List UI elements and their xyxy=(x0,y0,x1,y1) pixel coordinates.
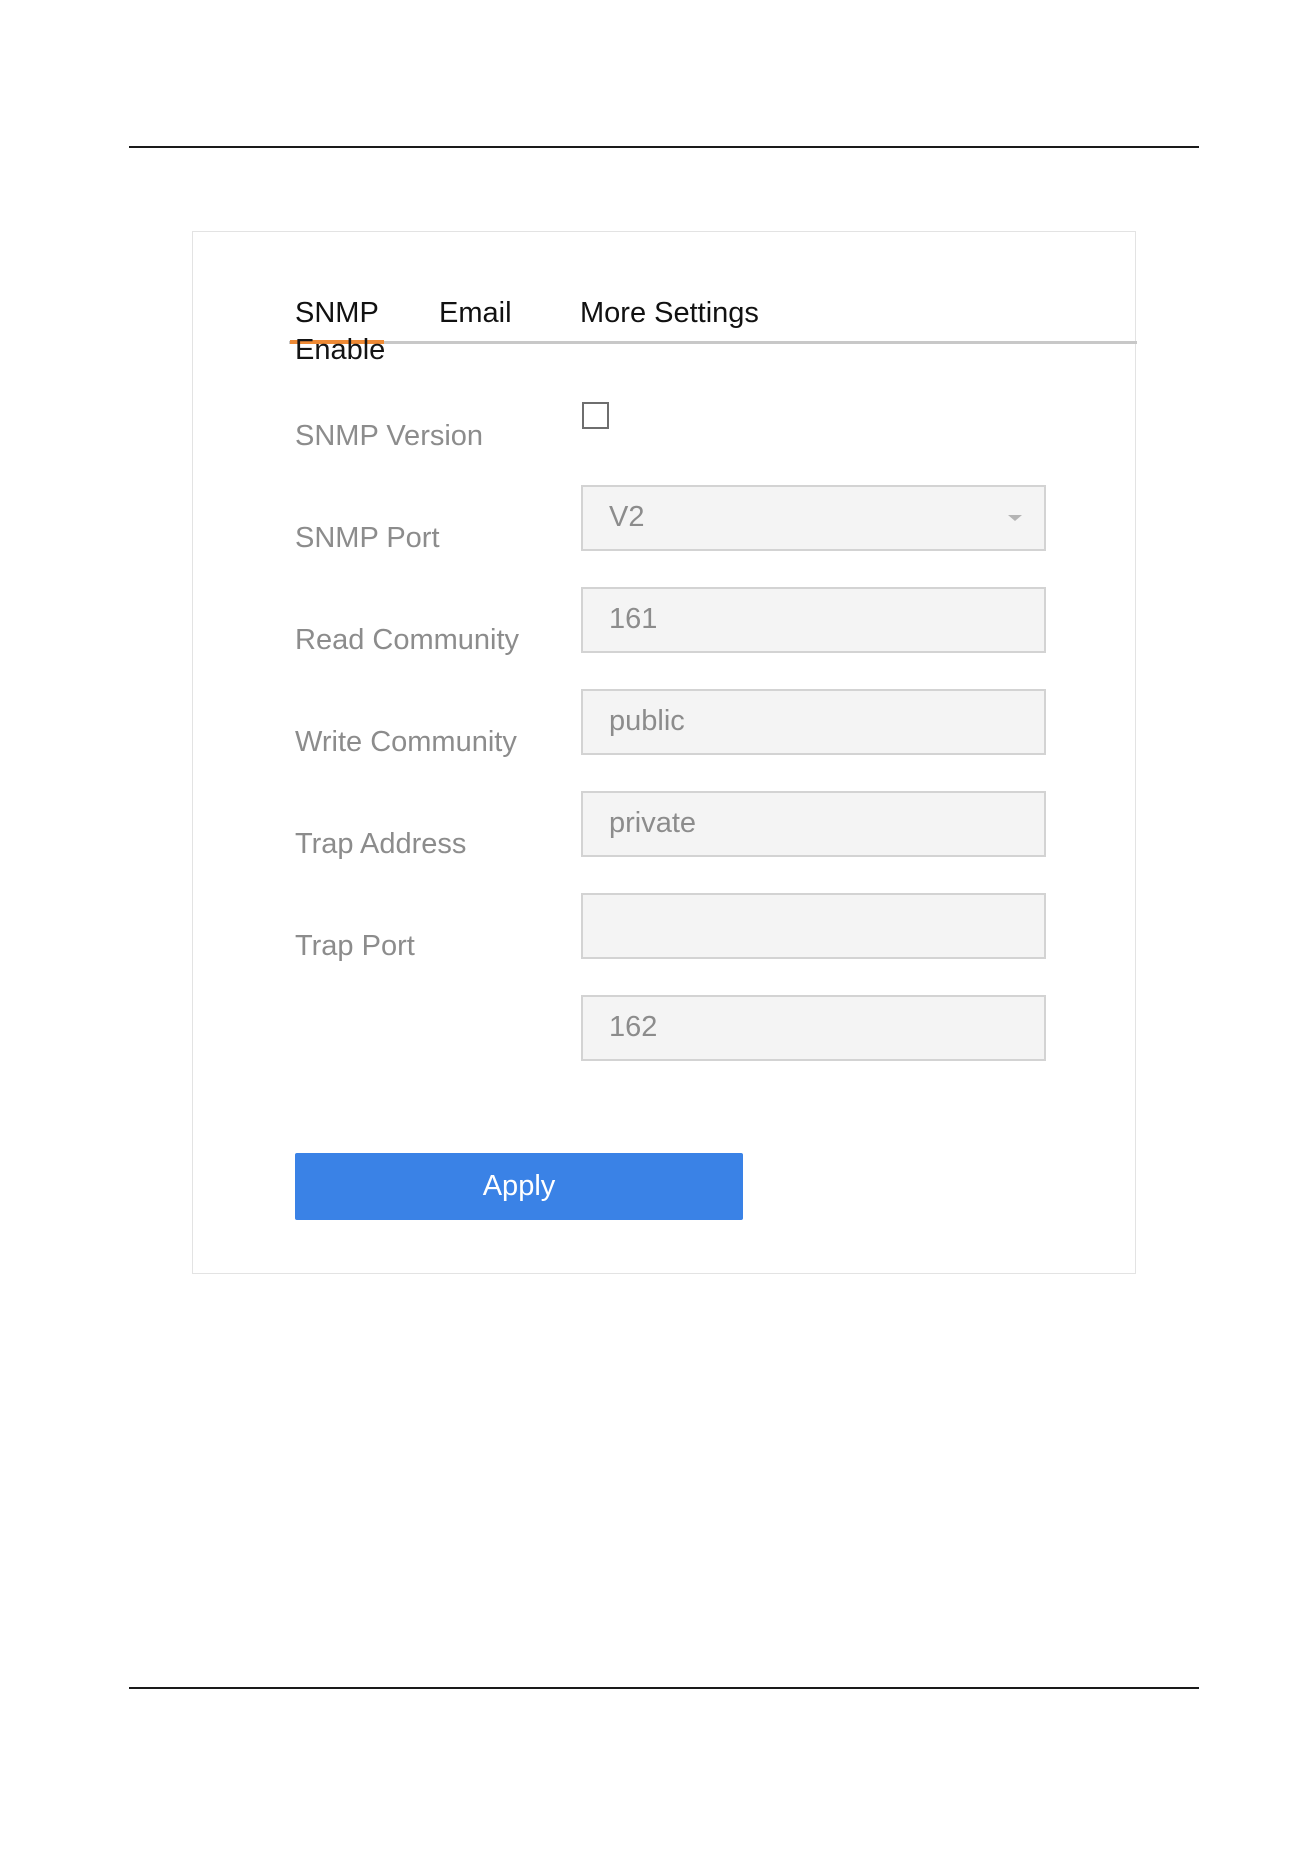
tab-email[interactable]: Email xyxy=(439,290,512,341)
page-header-rule xyxy=(129,146,1199,148)
tab-bar: SNMP Email More Settings xyxy=(289,290,1137,344)
read-community-input[interactable]: public xyxy=(581,689,1046,755)
trap-port-label: Trap Port xyxy=(295,930,415,962)
tab-more-settings[interactable]: More Settings xyxy=(580,290,759,341)
enable-checkbox[interactable] xyxy=(582,402,609,429)
write-community-input[interactable]: private xyxy=(581,791,1046,857)
snmp-version-label: SNMP Version xyxy=(295,420,484,452)
apply-button[interactable]: Apply xyxy=(295,1153,743,1220)
trap-address-label: Trap Address xyxy=(295,828,467,860)
write-community-label: Write Community xyxy=(295,726,517,758)
snmp-port-input[interactable]: 161 xyxy=(581,587,1046,653)
trap-address-input[interactable] xyxy=(581,893,1046,959)
enable-label: Enable xyxy=(295,334,386,366)
trap-port-input[interactable]: 162 xyxy=(581,995,1046,1061)
page-footer-rule xyxy=(129,1687,1199,1689)
chevron-down-icon xyxy=(1008,515,1022,521)
snmp-port-label: SNMP Port xyxy=(295,522,440,554)
snmp-version-value: V2 xyxy=(609,501,645,533)
snmp-version-select[interactable]: V2 xyxy=(581,485,1046,551)
read-community-label: Read Community xyxy=(295,624,520,656)
snmp-settings-panel: SNMP Email More Settings Enable SNMP Ver… xyxy=(192,231,1137,1274)
